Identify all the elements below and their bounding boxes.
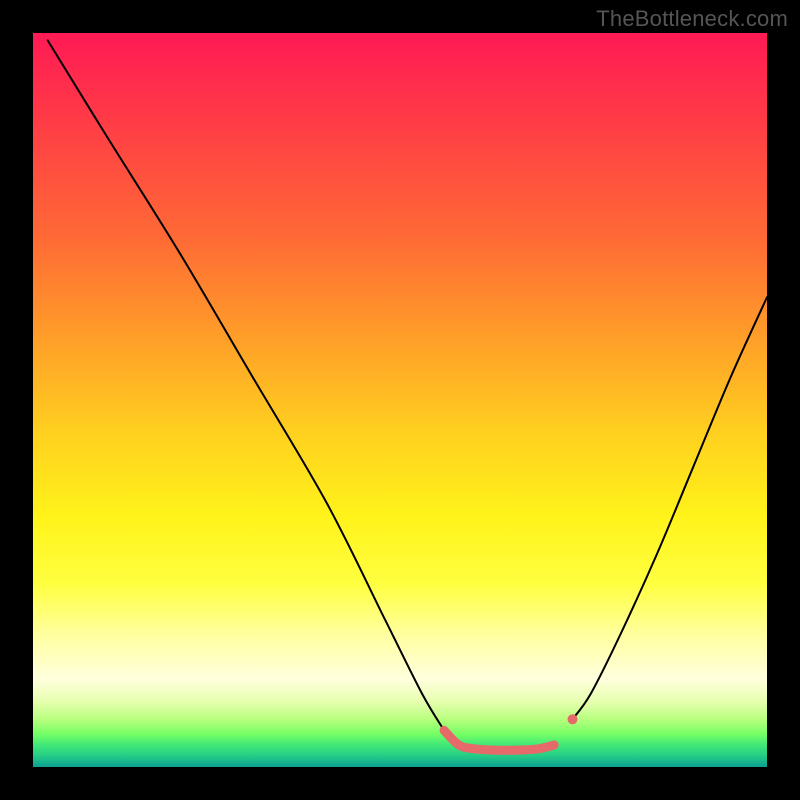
watermark-text: TheBottleneck.com (596, 6, 788, 32)
valley-accent-path (444, 730, 554, 750)
left-curve-path (48, 40, 444, 730)
chart-frame: TheBottleneck.com (0, 0, 800, 800)
curve-overlay (33, 33, 767, 767)
valley-accent-dot (567, 714, 577, 724)
right-curve-path (572, 297, 767, 719)
